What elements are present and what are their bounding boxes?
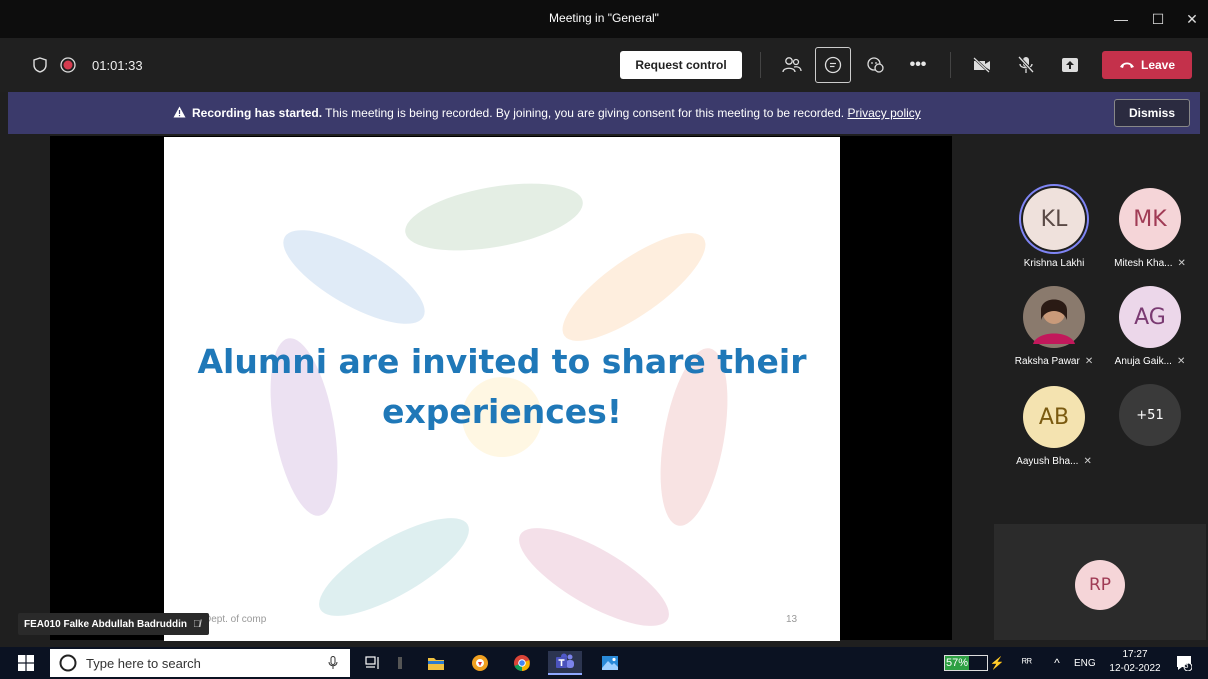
participant-tile[interactable]: KL Krishna Lakhi: [1006, 188, 1102, 269]
slide-headline: Alumni are invited to share their experi…: [164, 337, 840, 437]
people-icon[interactable]: ᴿᴿ: [1016, 651, 1038, 675]
slide-page-number: 13: [786, 614, 798, 625]
avatar-photo: [1023, 286, 1085, 348]
cortana-icon: [59, 654, 77, 672]
taskbar-divider: [398, 657, 402, 669]
avatar: AG: [1119, 286, 1181, 348]
windows-start-icon[interactable]: [14, 651, 38, 675]
request-control-button[interactable]: Request control: [620, 51, 742, 79]
mic-off-icon: ✕: [1084, 356, 1094, 367]
maximize-icon[interactable]: ☐: [1142, 6, 1174, 32]
mic-off-icon: ✕: [1176, 356, 1186, 367]
warning-icon: [173, 106, 186, 118]
more-options-icon[interactable]: •••: [904, 51, 932, 79]
file-explorer-icon[interactable]: [424, 651, 448, 675]
participant-name-row: Aayush Bha... ✕: [1006, 456, 1102, 467]
divider: [760, 52, 761, 78]
notifications-icon[interactable]: 3: [1172, 651, 1196, 675]
self-view-tile[interactable]: RP: [994, 524, 1206, 640]
participant-name: Aayush Bha...: [1016, 456, 1079, 467]
participant-name: Raksha Pawar: [1014, 356, 1080, 367]
avatar: MK: [1119, 188, 1181, 250]
chevron-up-icon[interactable]: ^: [1048, 651, 1066, 675]
slide-headline-line-1: Alumni are invited to share their: [197, 342, 807, 381]
chat-icon[interactable]: [815, 47, 851, 83]
clock-date[interactable]: 12-02-2022: [1106, 663, 1164, 674]
vpn-browser-icon[interactable]: [468, 651, 492, 675]
notification-count: 3: [1184, 661, 1189, 670]
clock-time[interactable]: 17:27: [1110, 649, 1160, 660]
teams-icon[interactable]: [548, 651, 582, 675]
mic-off-icon: ✕: [1177, 258, 1186, 269]
mic-off-icon[interactable]: [1012, 51, 1040, 79]
participant-name-row: Krishna Lakhi: [1006, 258, 1102, 269]
divider: [950, 52, 951, 78]
mic-off-icon: ✕: [1083, 456, 1092, 467]
meeting-timer: 01:01:33: [92, 58, 143, 73]
presentation-slide: Alumni are invited to share their experi…: [164, 137, 840, 641]
close-icon[interactable]: ✕: [1176, 6, 1208, 32]
banner-message: Recording has started. This meeting is b…: [173, 106, 921, 120]
taskbar-search-input[interactable]: Type here to search: [50, 649, 350, 677]
recording-icon: [54, 51, 82, 79]
recording-banner: Recording has started. This meeting is b…: [8, 92, 1200, 134]
avatar: KL: [1023, 188, 1085, 250]
self-avatar: RP: [1075, 560, 1125, 610]
more-participants-tile[interactable]: +51: [1102, 384, 1198, 446]
participant-tile[interactable]: MK Mitesh Kha... ✕: [1102, 188, 1198, 269]
banner-bold: Recording has started.: [192, 106, 323, 120]
reactions-icon[interactable]: [862, 51, 890, 79]
presenter-name: FEA010 Falke Abdullah Badruddin: [24, 618, 187, 630]
battery-indicator[interactable]: 57%: [944, 655, 988, 671]
meeting-toolbar: 01:01:33 Request control ••• Leave: [0, 38, 1208, 92]
phone-hangup-icon: [1119, 62, 1134, 68]
windows-taskbar: Type here to search 57% ⚡ ᴿᴿ ^ ENG 17:27…: [0, 647, 1208, 679]
participant-name: Mitesh Kha...: [1114, 258, 1173, 269]
title-bar: Meeting in "General" — ☐ ✕: [0, 0, 1208, 38]
slide-footer-text: Dept. of comp: [204, 614, 267, 625]
more-participants-count: +51: [1119, 384, 1181, 446]
camera-off-icon[interactable]: [968, 51, 996, 79]
shield-icon[interactable]: [26, 51, 54, 79]
dismiss-button[interactable]: Dismiss: [1114, 99, 1190, 127]
leave-label: Leave: [1140, 58, 1176, 72]
mic-off-icon: 🎙̸: [193, 618, 201, 630]
privacy-policy-link[interactable]: Privacy policy: [847, 106, 920, 120]
search-placeholder: Type here to search: [86, 655, 201, 671]
minimize-icon[interactable]: —: [1105, 6, 1137, 32]
participant-name: Krishna Lakhi: [1023, 258, 1085, 269]
battery-level: 57%: [945, 656, 969, 670]
participant-tile[interactable]: AG Anuja Gaik... ✕: [1102, 286, 1198, 367]
banner-text: This meeting is being recorded. By joini…: [322, 106, 848, 120]
language-indicator[interactable]: ENG: [1074, 658, 1096, 669]
participant-name-row: Anuja Gaik... ✕: [1102, 356, 1198, 367]
person-photo-icon: [1023, 286, 1085, 348]
presenter-label: FEA010 Falke Abdullah Badruddin 🎙̸: [18, 613, 209, 635]
avatar: AB: [1023, 386, 1085, 448]
charging-plug-icon: ⚡: [989, 656, 1005, 670]
chrome-icon[interactable]: [510, 651, 534, 675]
slide-headline-line-2: experiences!: [382, 392, 622, 431]
participant-tile[interactable]: AB Aayush Bha... ✕: [1006, 386, 1102, 467]
participants-gallery: KL Krishna Lakhi MK Mitesh Kha... ✕ Raksh…: [992, 136, 1208, 516]
share-screen-icon[interactable]: [1056, 51, 1084, 79]
photos-icon[interactable]: [598, 651, 622, 675]
window-title: Meeting in "General": [549, 11, 659, 25]
microphone-icon[interactable]: [328, 656, 338, 670]
leave-button[interactable]: Leave: [1102, 51, 1192, 79]
participant-name-row: Raksha Pawar ✕: [1006, 356, 1102, 367]
participants-icon[interactable]: [778, 51, 806, 79]
participant-name: Anuja Gaik...: [1114, 356, 1172, 367]
task-view-icon[interactable]: [362, 651, 384, 675]
participant-tile[interactable]: Raksha Pawar ✕: [1006, 286, 1102, 367]
participant-name-row: Mitesh Kha... ✕: [1102, 258, 1198, 269]
